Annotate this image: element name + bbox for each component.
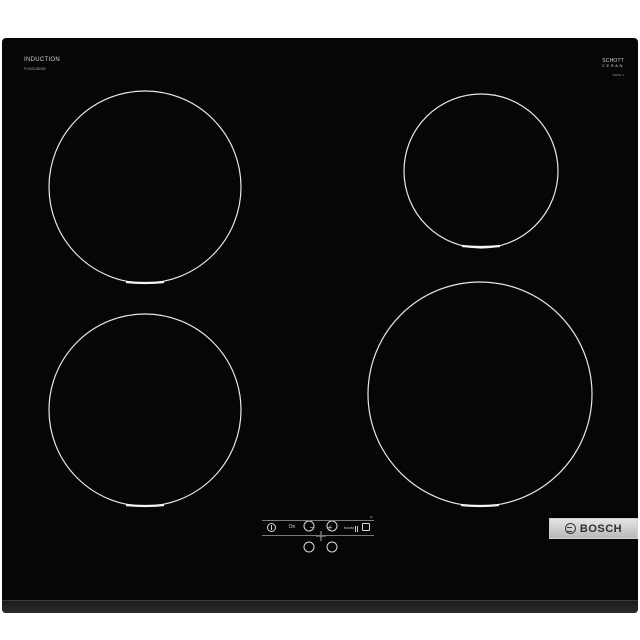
cooking-zones-layer	[48, 90, 593, 553]
control-small-label: ⊞	[370, 515, 373, 519]
plus-button[interactable]: +	[324, 520, 336, 534]
minus-button[interactable]: −	[306, 520, 318, 534]
cooking-zone-rear-right[interactable]	[403, 93, 559, 249]
timer-icon	[362, 523, 370, 531]
cooking-zone-front-right[interactable]	[367, 281, 593, 508]
bosch-wordmark: BOSCH	[579, 522, 623, 535]
onoff-button[interactable]: On	[284, 520, 300, 534]
bosch-badge: BOSCH	[549, 518, 638, 539]
touch-controls: On − + boost	[262, 520, 374, 534]
boost-button[interactable]: boost	[340, 520, 358, 534]
timer-button[interactable]	[361, 520, 371, 534]
cooking-zone-front-left[interactable]	[48, 313, 242, 508]
power-button[interactable]	[266, 520, 276, 534]
power-icon	[266, 522, 276, 532]
bosch-logo-icon	[564, 523, 576, 534]
cooking-zone-front-left-rear[interactable]	[48, 90, 242, 285]
